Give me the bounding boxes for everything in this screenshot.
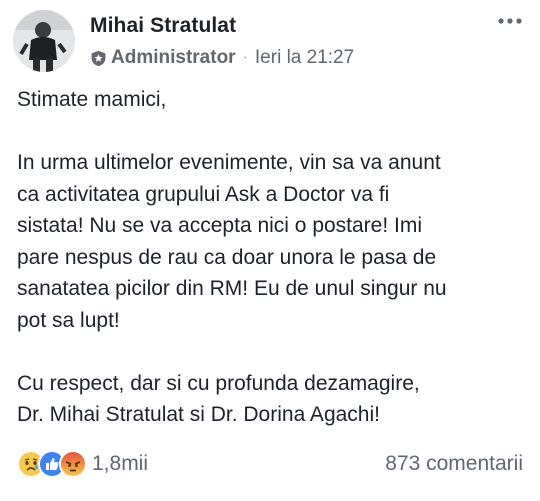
post-greeting: Stimate mamici, bbox=[17, 88, 167, 111]
reactions-summary[interactable]: 1,8mii bbox=[17, 450, 148, 478]
post-footer: 1,8mii 873 comentarii bbox=[17, 449, 523, 479]
post-text-line: In urma ultimelor evenimente, vin sa va … bbox=[17, 151, 441, 174]
post-body: Stimate mamici, In urma ultimelor evenim… bbox=[17, 84, 527, 431]
person-silhouette-icon bbox=[13, 10, 75, 72]
post-text-line: pare nespus de rau ca doar unora le pasa… bbox=[17, 245, 437, 269]
comments-count-link[interactable]: 873 comentarii bbox=[385, 452, 523, 476]
author-avatar[interactable] bbox=[13, 10, 75, 72]
admin-badge-icon bbox=[91, 50, 106, 66]
post-signature: Dr. Mihai Stratulat si Dr. Dorina Agachi… bbox=[17, 403, 380, 426]
facebook-post: Mihai Stratulat Administrator · Ieri la … bbox=[0, 0, 540, 501]
post-text-line: pot sa lupt! bbox=[17, 308, 120, 332]
post-text-line: sanatatea picilor din RM! Eu de unul sin… bbox=[17, 277, 447, 300]
author-role: Administrator bbox=[111, 47, 236, 68]
angry-reaction-icon bbox=[59, 450, 87, 478]
post-text-line: ca activitatea grupului Ask a Doctor va … bbox=[17, 182, 390, 206]
post-meta: Administrator · Ieri la 21:27 bbox=[90, 46, 354, 70]
post-header: Mihai Stratulat Administrator · Ieri la … bbox=[13, 10, 527, 72]
post-closing-line: Cu respect, dar si cu profunda dezamagir… bbox=[17, 371, 420, 395]
more-options-icon[interactable] bbox=[497, 16, 523, 26]
post-text-line: sistata! Nu se va accepta nici o postare… bbox=[17, 214, 423, 237]
post-timestamp[interactable]: Ieri la 21:27 bbox=[255, 47, 354, 69]
author-name[interactable]: Mihai Stratulat bbox=[90, 14, 236, 38]
meta-separator: · bbox=[242, 49, 248, 66]
reactions-count: 1,8mii bbox=[92, 452, 149, 475]
